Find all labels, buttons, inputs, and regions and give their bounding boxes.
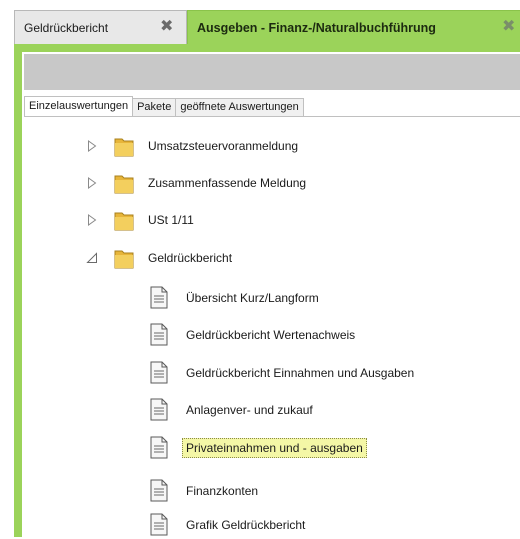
tree-report-label: Übersicht Kurz/Langform: [186, 291, 319, 305]
folder-icon: [114, 247, 134, 269]
close-icon[interactable]: ✖: [160, 18, 173, 36]
tree-folder-label: USt 1/11: [148, 213, 194, 227]
document-icon: [150, 398, 168, 421]
tree-report-label: Geldrückbericht Wertenachweis: [186, 328, 356, 342]
folder-icon: [114, 135, 134, 157]
tab-label: Ausgeben - Finanz-/Naturalbuchführung: [197, 20, 436, 35]
tab-geldrueckbericht[interactable]: Geldrückbericht ✖: [14, 10, 187, 44]
document-icon: [150, 436, 168, 459]
document-icon: [150, 323, 168, 346]
tree-report-label: Anlagenver- und zukauf: [186, 403, 313, 417]
folder-icon: [114, 209, 134, 231]
document-icon: [150, 361, 168, 384]
tree-folder-label: Geldrückbericht: [148, 251, 233, 265]
triangle-right-icon[interactable]: [86, 139, 98, 153]
document-tab-strip: Geldrückbericht ✖ Ausgeben - Finanz-/Nat…: [0, 0, 520, 46]
folder-icon: [114, 172, 134, 194]
tab-pakete[interactable]: Pakete: [132, 98, 177, 116]
tab-underline: [24, 116, 520, 117]
tree-report-label: Grafik Geldrückbericht: [186, 518, 306, 532]
triangle-down-icon[interactable]: [86, 251, 98, 265]
tree-report-label: Geldrückbericht Einnahmen und Ausgaben: [186, 366, 415, 380]
triangle-right-icon[interactable]: [86, 176, 98, 190]
toolbar: [24, 54, 520, 90]
close-icon[interactable]: ✖: [502, 18, 515, 36]
document-icon: [150, 286, 168, 309]
tab-einzelauswertungen[interactable]: Einzelauswertungen: [24, 96, 134, 116]
tab-ausgeben[interactable]: Ausgeben - Finanz-/Naturalbuchführung ✖: [187, 10, 520, 44]
tab-geoeffnete-auswertungen[interactable]: geöffnete Auswertungen: [175, 98, 304, 116]
triangle-right-icon[interactable]: [86, 213, 98, 227]
tree-folder-label: Umsatzsteuervoranmeldung: [148, 139, 299, 153]
tab-label: Geldrückbericht: [24, 20, 109, 35]
document-icon: [150, 479, 168, 502]
report-category-tabs: Einzelauswertungen Pakete geöffnete Ausw…: [24, 96, 304, 116]
tree-report-label-selected: Privateinnahmen und - ausgaben: [182, 438, 367, 458]
document-icon: [150, 513, 168, 536]
tree-folder-label: Zusammenfassende Meldung: [148, 176, 307, 190]
tree-report-label: Finanzkonten: [186, 484, 259, 498]
